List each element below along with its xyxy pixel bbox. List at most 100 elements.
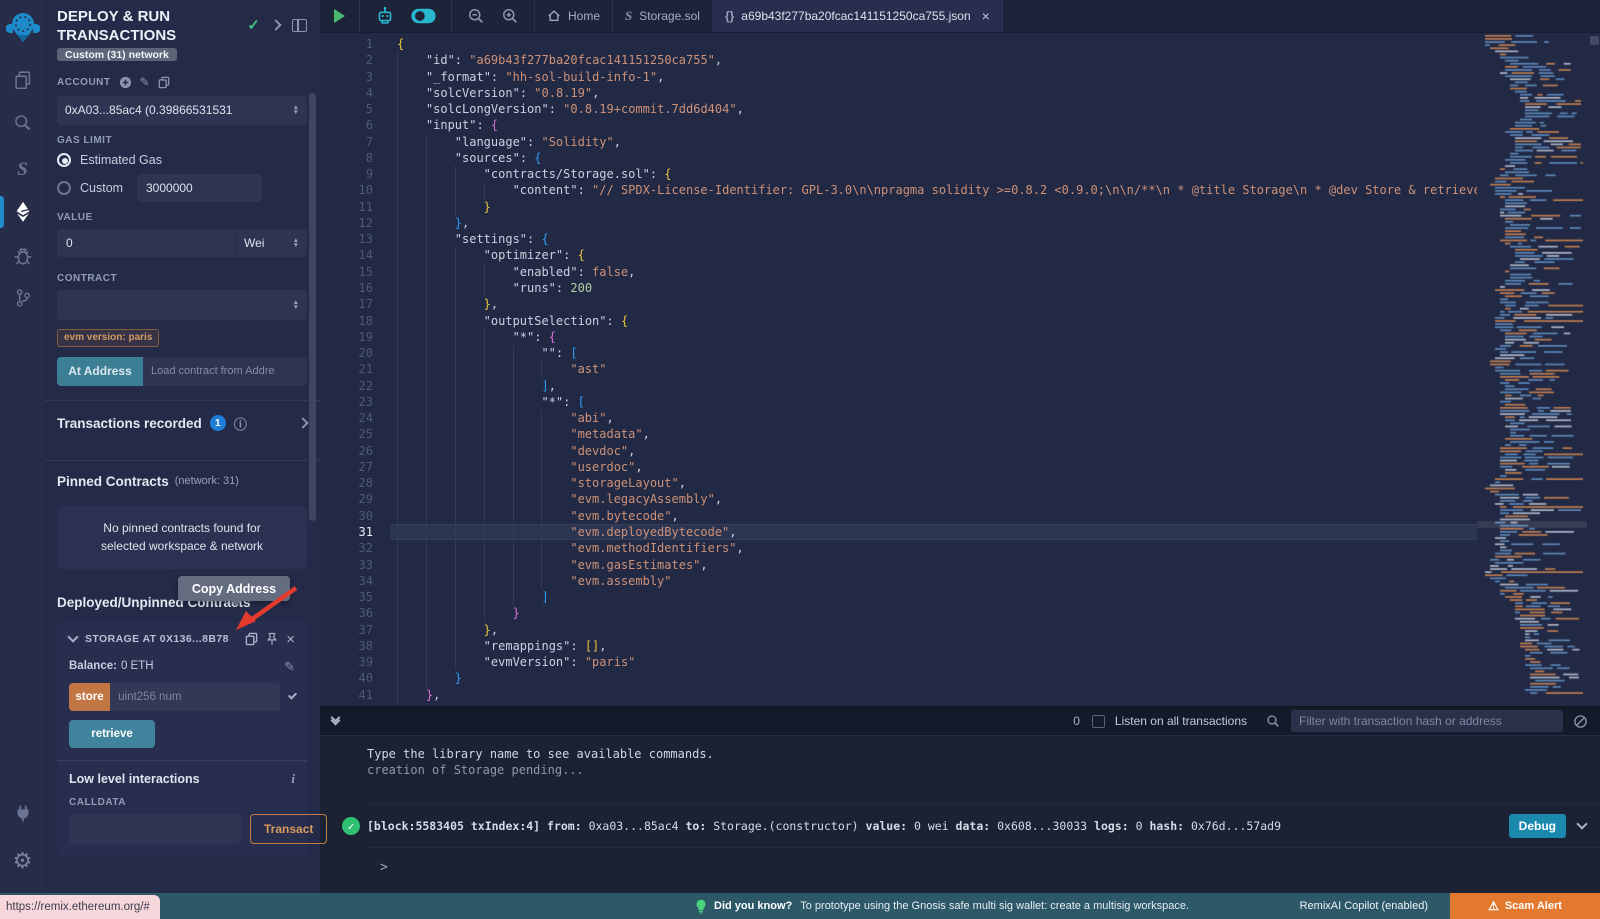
value-unit-select[interactable]: Wei ▲▼	[235, 229, 307, 257]
editor-toolbar: Home S Storage.sol {} a69b43f277ba20fcac…	[320, 0, 1600, 33]
terminal: 0 Listen on all transactions Type the li…	[320, 706, 1600, 893]
panel-title: DEPLOY & RUN TRANSACTIONS	[57, 8, 227, 46]
at-address-input[interactable]: Load contract from Addre	[143, 357, 307, 386]
contract-select[interactable]: ▲▼	[57, 290, 307, 320]
info-icon: ⓘ	[234, 414, 247, 433]
custom-gas-radio[interactable]	[57, 181, 71, 195]
plug-icon	[12, 802, 34, 824]
copy-address-tooltip: Copy Address	[178, 576, 290, 601]
copilot-toggle-icon[interactable]	[410, 7, 437, 25]
pinned-network-note: (network: 31)	[175, 475, 239, 487]
terminal-header: 0 Listen on all transactions	[320, 707, 1600, 736]
terminal-line: Type the library name to see available c…	[367, 746, 1600, 762]
copy-account-icon[interactable]	[158, 76, 170, 89]
custom-gas-label: Custom	[80, 181, 128, 195]
copy-address-icon[interactable]	[245, 632, 258, 646]
status-bar: Did you know? To prototype using the Gno…	[0, 893, 1600, 919]
home-icon	[547, 9, 561, 23]
collapse-terminal-icon[interactable]	[332, 718, 339, 724]
icon-sidebar: S	[0, 0, 45, 893]
edit-account-icon[interactable]: ✎	[140, 76, 150, 88]
minimap[interactable]	[1477, 33, 1587, 700]
retrieve-button[interactable]: retrieve	[69, 720, 155, 748]
deploy-panel: DEPLOY & RUN TRANSACTIONS ✓ Custom (31) …	[45, 0, 320, 893]
collapse-contract-icon[interactable]	[67, 632, 78, 643]
calldata-label: CALLDATA	[69, 797, 295, 808]
terminal-prompt[interactable]: >	[367, 848, 1600, 875]
pin-panel-icon[interactable]	[292, 19, 307, 32]
close-tab-icon[interactable]: ×	[982, 8, 990, 24]
sidebar-item-deploy-run[interactable]	[0, 194, 45, 230]
expand-store-icon[interactable]	[288, 690, 297, 699]
sidebar-item-solidity-compiler[interactable]: S	[0, 152, 45, 188]
store-button[interactable]: store	[69, 683, 110, 711]
calldata-input[interactable]	[69, 814, 242, 844]
store-arg-input[interactable]	[110, 683, 280, 711]
add-account-icon[interactable]	[119, 76, 132, 89]
panel-chevron-right-icon[interactable]	[270, 19, 281, 30]
remove-contract-icon[interactable]: ×	[286, 631, 295, 648]
value-label: VALUE	[57, 212, 307, 223]
warning-icon: ⚠	[1488, 899, 1499, 913]
sidebar-item-plugin-manager[interactable]	[0, 795, 45, 831]
editor-area: Home S Storage.sol {} a69b43f277ba20fcac…	[320, 0, 1600, 706]
transactions-recorded-row[interactable]: Transactions recorded 1 ⓘ	[57, 401, 307, 446]
debug-button[interactable]: Debug	[1509, 814, 1566, 838]
zoom-out-icon[interactable]	[466, 6, 486, 26]
at-address-group: At Address Load contract from Addre	[57, 357, 307, 386]
value-input[interactable]	[57, 229, 235, 257]
transactions-recorded-label: Transactions recorded	[57, 416, 202, 431]
transactions-expand-icon[interactable]	[297, 417, 308, 428]
pinned-contracts-label: Pinned Contracts	[57, 474, 169, 489]
at-address-button[interactable]: At Address	[57, 357, 143, 386]
remix-logo-icon[interactable]	[0, 4, 45, 52]
expand-tx-icon[interactable]	[1576, 818, 1587, 829]
listen-checkbox[interactable]	[1092, 715, 1105, 728]
editor-scrollbar-thumb[interactable]	[1590, 36, 1599, 45]
tab-build-info-json[interactable]: {} a69b43f277ba20fcac141151250ca755.json…	[713, 0, 1003, 32]
low-level-info-icon: i	[291, 771, 295, 787]
terminal-line: creation of Storage pending...	[367, 762, 1600, 778]
value-unit: Wei	[244, 236, 289, 250]
terminal-badge: 0	[1073, 714, 1080, 728]
tx-log-text: [block:5583405 txIndex:4] from: 0xa03...…	[367, 819, 1509, 833]
unit-stepper-icon: ▲▼	[293, 238, 299, 248]
run-script-icon[interactable]	[334, 9, 345, 23]
account-select[interactable]: 0xA03...85ac4 (0.39866531531 ▲▼	[57, 96, 307, 125]
clear-console-icon[interactable]	[1573, 714, 1588, 729]
sidebar-item-file-explorer[interactable]	[0, 62, 45, 98]
network-badge: Custom (31) network	[57, 48, 177, 61]
tab-storage-sol[interactable]: S Storage.sol	[613, 0, 713, 32]
listen-label: Listen on all transactions	[1115, 714, 1247, 728]
tab-home[interactable]: Home	[535, 0, 613, 32]
sidebar-item-settings[interactable]: ⚙	[0, 843, 45, 879]
pinned-contracts-row: Pinned Contracts (network: 31)	[57, 461, 307, 502]
ai-copilot-robot-icon[interactable]	[374, 5, 396, 27]
copilot-status[interactable]: RemixAI Copilot (enabled)	[1300, 900, 1428, 912]
gear-icon: ⚙	[13, 850, 33, 872]
sidebar-item-search[interactable]	[0, 104, 45, 140]
tip-text: To prototype using the Gnosis safe multi…	[800, 900, 1189, 912]
side-panel-scrollbar[interactable]	[309, 93, 316, 521]
transaction-filter-input[interactable]	[1291, 710, 1563, 732]
custom-gas-input[interactable]	[137, 174, 262, 202]
zoom-in-icon[interactable]	[500, 6, 520, 26]
estimated-gas-radio[interactable]	[57, 153, 71, 167]
sidebar-item-git[interactable]	[0, 280, 45, 316]
scam-alert-button[interactable]: ⚠ Scam Alert	[1450, 893, 1600, 919]
remix-ide-window: S	[0, 0, 1600, 919]
transaction-log-row[interactable]: ✓ [block:5583405 txIndex:4] from: 0xa03.…	[367, 804, 1600, 848]
lightbulb-icon	[695, 899, 707, 914]
code-lines[interactable]: {"id": "a69b43f277ba20fcac141151250ca755…	[390, 36, 1477, 703]
edit-balance-icon[interactable]: ✎	[284, 660, 295, 673]
contract-label: CONTRACT	[57, 273, 307, 284]
pin-contract-icon[interactable]	[266, 632, 278, 646]
sidebar-item-debugger[interactable]	[0, 238, 45, 274]
account-stepper-icon: ▲▼	[293, 105, 299, 115]
git-branch-icon	[13, 287, 33, 309]
deploy-run-icon	[12, 200, 34, 224]
evm-version-badge: evm version: paris	[57, 329, 159, 347]
gas-limit-label: GAS LIMIT	[57, 135, 307, 146]
account-value: 0xA03...85ac4 (0.39866531531	[65, 103, 289, 117]
transact-button[interactable]: Transact	[250, 814, 327, 844]
